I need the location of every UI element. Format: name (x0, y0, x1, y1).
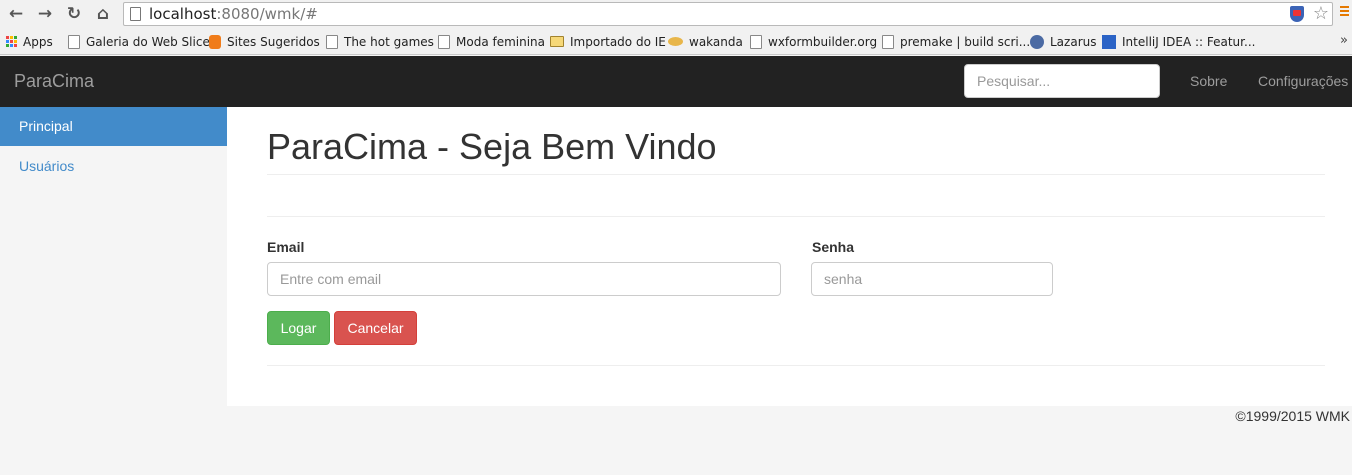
search-input[interactable] (964, 64, 1160, 98)
back-arrow-icon[interactable]: ← (5, 3, 27, 25)
browser-toolbar: ← → ↻ ⌂ localhost:8080/wmk/# ☆ (0, 0, 1352, 28)
page-icon (68, 34, 80, 49)
main-content: ParaCima - Seja Bem Vindo Email Senha Lo… (227, 107, 1352, 406)
bookmark-apps[interactable]: Apps (6, 33, 53, 50)
address-bar[interactable]: localhost:8080/wmk/# ☆ (123, 2, 1333, 26)
reload-icon[interactable]: ↻ (63, 3, 85, 25)
shield-icon[interactable] (1290, 6, 1304, 22)
bookmarks-bar: Apps Galeria do Web Slice Sites Sugerido… (0, 28, 1352, 55)
bookmark-premake[interactable]: premake | build scri... (882, 33, 1030, 50)
sidebar: Principal Usuários (0, 107, 227, 475)
footer-copyright: ©1999/2015 WMK (1235, 408, 1350, 424)
forward-arrow-icon[interactable]: → (34, 3, 56, 25)
email-field[interactable] (267, 262, 781, 296)
password-field[interactable] (811, 262, 1053, 296)
page-icon (750, 34, 762, 49)
sidebar-item-usuarios[interactable]: Usuários (0, 147, 227, 186)
divider (267, 365, 1325, 366)
intellij-icon (1102, 34, 1116, 49)
page-icon (326, 34, 338, 49)
nav-link-configuracoes[interactable]: Configurações (1258, 73, 1348, 89)
handshake-icon (668, 37, 683, 46)
email-label: Email (267, 239, 305, 255)
bookmark-lazarus[interactable]: Lazarus (1030, 33, 1096, 50)
bookmark-hot-games[interactable]: The hot games (326, 33, 434, 50)
bookmarks-more-button[interactable]: » (1340, 33, 1348, 48)
top-navbar: ParaCima Sobre Configurações (0, 56, 1352, 107)
brand-link[interactable]: ParaCima (14, 71, 94, 92)
cancel-button[interactable]: Cancelar (334, 311, 417, 345)
nav-link-sobre[interactable]: Sobre (1190, 73, 1227, 89)
folder-icon (550, 36, 564, 47)
bookmark-wxformbuilder[interactable]: wxformbuilder.org (750, 33, 877, 50)
page-title: ParaCima - Seja Bem Vindo (267, 126, 717, 167)
login-button[interactable]: Logar (267, 311, 330, 345)
sidebar-item-principal[interactable]: Principal (0, 107, 227, 146)
apps-grid-icon (6, 36, 17, 47)
bookmark-moda-feminina[interactable]: Moda feminina (438, 33, 545, 50)
star-icon[interactable]: ☆ (1313, 3, 1329, 25)
page-icon (130, 7, 141, 21)
url-text: localhost:8080/wmk/# (149, 5, 318, 23)
bookmark-wakanda[interactable]: wakanda (668, 33, 743, 50)
gear-icon (1030, 34, 1044, 49)
home-icon[interactable]: ⌂ (92, 3, 114, 25)
bookmark-galeria[interactable]: Galeria do Web Slice (68, 33, 210, 50)
bookmark-importado-ie[interactable]: Importado do IE (550, 33, 666, 50)
bookmark-sites-sugeridos[interactable]: Sites Sugeridos (209, 33, 320, 50)
menu-icon[interactable] (1340, 6, 1349, 18)
password-label: Senha (812, 239, 855, 255)
divider (267, 216, 1325, 217)
bulb-icon (209, 34, 221, 49)
page-icon (882, 34, 894, 49)
divider (267, 174, 1325, 175)
page-icon (438, 34, 450, 49)
bookmark-intellij[interactable]: IntelliJ IDEA :: Featur... (1102, 33, 1255, 50)
